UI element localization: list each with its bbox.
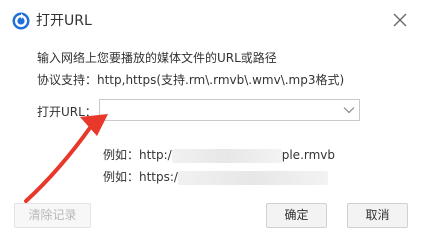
example-https: 例如：https:/	[103, 169, 328, 185]
player-logo-icon	[12, 12, 30, 30]
example-http-suffix: ple.rmvb	[281, 148, 336, 162]
example-http-prefix: 例如：http:/	[103, 148, 172, 162]
title-bar: 打开URL	[0, 0, 422, 40]
example-https-prefix: 例如：https:/	[103, 170, 178, 184]
redacted-region	[177, 170, 328, 185]
instruction-text: 输入网络上您要播放的媒体文件的URL或路径	[37, 51, 277, 65]
example-http: 例如：http:/ ple.rmvb	[103, 147, 335, 163]
clear-history-button[interactable]: 清除记录	[14, 203, 91, 228]
cancel-button[interactable]: 取消	[347, 203, 408, 228]
chevron-down-icon[interactable]	[343, 105, 355, 115]
url-label: 打开URL：	[37, 105, 97, 119]
url-input[interactable]	[100, 100, 344, 120]
redacted-region	[171, 148, 282, 163]
protocol-support-text: 协议支持：http,https(支持.rm\.rmvb\.wmv\.mp3格式)	[37, 73, 345, 87]
ok-button[interactable]: 确定	[266, 203, 327, 228]
close-icon[interactable]	[392, 12, 408, 28]
url-combobox[interactable]	[99, 99, 360, 121]
window-title: 打开URL	[36, 13, 92, 29]
